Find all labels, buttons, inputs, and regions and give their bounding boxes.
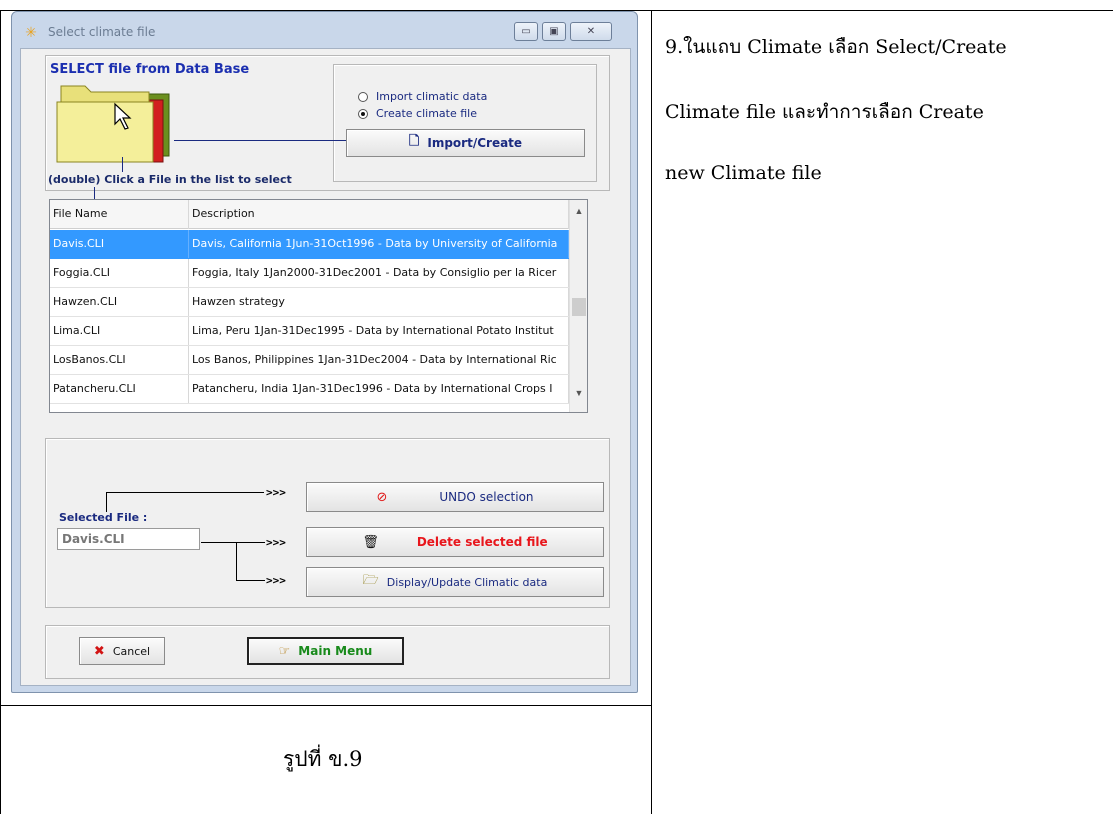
import-create-button[interactable]: 🗋 Import/Create: [346, 129, 585, 157]
list-instruction: (double) Click a File in the list to sel…: [48, 173, 292, 186]
table-row[interactable]: Hawzen.CLI Hawzen strategy: [50, 288, 569, 317]
connector-line: [94, 187, 95, 199]
description-cell: Foggia, Italy 1Jan2000-31Dec2001 - Data …: [189, 259, 569, 287]
column-header-description[interactable]: Description: [189, 200, 569, 229]
close-button[interactable]: ✕: [570, 22, 612, 41]
table-divider-vertical: [651, 10, 652, 814]
delete-file-button[interactable]: 🗑 Delete selected file: [306, 527, 604, 557]
option-label: Create climate file: [376, 107, 477, 120]
trash-icon: 🗑: [362, 534, 379, 550]
import-create-label: Import/Create: [427, 136, 523, 150]
radio-import[interactable]: [358, 91, 368, 102]
maximize-button[interactable]: ▣: [542, 22, 566, 41]
selected-file-field: Davis.CLI: [57, 528, 200, 550]
close-icon: ✕: [586, 26, 596, 37]
scroll-thumb[interactable]: [572, 298, 586, 316]
file-name-cell: Lima.CLI: [50, 317, 189, 345]
file-table[interactable]: File Name Description Davis.CLI Davis, C…: [49, 199, 588, 413]
description-cell: Patancheru, India 1Jan-31Dec1996 - Data …: [189, 375, 569, 403]
display-label: Display/Update Climatic data: [386, 575, 548, 589]
table-row[interactable]: Davis.CLI Davis, California 1Jun-31Oct19…: [50, 230, 569, 259]
cancel-button[interactable]: ✖ Cancel: [79, 637, 165, 665]
database-heading: SELECT file from Data Base: [50, 62, 250, 77]
table-row[interactable]: Lima.CLI Lima, Peru 1Jan-31Dec1995 - Dat…: [50, 317, 569, 346]
option-create-climate-file[interactable]: Create climate file: [358, 107, 477, 120]
flow-line: [106, 492, 107, 512]
new-file-icon: 🗋: [408, 134, 420, 149]
undo-selection-button[interactable]: ⊘ UNDO selection: [306, 482, 604, 512]
file-name-cell: Hawzen.CLI: [50, 288, 189, 316]
file-name-cell: Davis.CLI: [50, 230, 189, 258]
connector-line: [174, 140, 346, 141]
table-row[interactable]: Patancheru.CLI Patancheru, India 1Jan-31…: [50, 375, 569, 404]
scroll-down-icon[interactable]: ▼: [570, 388, 587, 398]
no-entry-icon: ⊘: [376, 489, 388, 505]
main-menu-label: Main Menu: [298, 644, 373, 658]
main-menu-button[interactable]: ☞ Main Menu: [247, 637, 404, 665]
file-name-cell: LosBanos.CLI: [50, 346, 189, 374]
import-create-group: [333, 64, 597, 182]
folder-icon: [56, 85, 170, 163]
title-bar[interactable]: ✳ Select climate file ▭ ▣ ✕: [12, 12, 637, 48]
option-label: Import climatic data: [376, 90, 488, 103]
app-icon: ✳: [25, 24, 37, 40]
flow-line: [236, 542, 237, 580]
pointing-hand-icon: ☞: [278, 643, 291, 659]
flow-arrow: >>>: [266, 486, 286, 499]
instruction-line: Climate file และทำการเลือก Create: [665, 101, 984, 123]
table-border-left: [0, 10, 1, 814]
file-name-cell: Patancheru.CLI: [50, 375, 189, 403]
undo-label: UNDO selection: [439, 490, 534, 504]
display-update-button[interactable]: 🗁 Display/Update Climatic data: [306, 567, 604, 597]
vertical-scrollbar[interactable]: ▲ ▼: [569, 200, 587, 412]
flow-arrow: >>>: [266, 574, 286, 587]
file-name-cell: Foggia.CLI: [50, 259, 189, 287]
flow-arrow: >>>: [266, 536, 286, 549]
figure-caption: รูปที่ ข.9: [283, 747, 363, 771]
flow-line: [201, 542, 265, 543]
minimize-icon: ▭: [521, 26, 531, 37]
table-divider-horizontal: [0, 705, 652, 706]
description-cell: Los Banos, Philippines 1Jan-31Dec2004 - …: [189, 346, 569, 374]
flow-line: [106, 492, 264, 493]
open-folder-icon: 🗁: [362, 573, 379, 588]
maximize-icon: ▣: [549, 26, 559, 37]
instruction-line: new Climate file: [665, 162, 822, 184]
minimize-button[interactable]: ▭: [514, 22, 538, 41]
radio-create[interactable]: [358, 108, 368, 119]
flow-line: [236, 580, 265, 581]
instruction-line: 9.ในแถบ Climate เลือก Select/Create: [665, 36, 1007, 58]
delete-label: Delete selected file: [416, 535, 548, 549]
table-row[interactable]: Foggia.CLI Foggia, Italy 1Jan2000-31Dec2…: [50, 259, 569, 288]
table-header: File Name Description: [50, 200, 569, 229]
description-cell: Davis, California 1Jun-31Oct1996 - Data …: [189, 230, 569, 258]
cancel-label: Cancel: [112, 644, 151, 658]
selected-file-label: Selected File :: [59, 511, 148, 524]
window-title: Select climate file: [48, 25, 156, 39]
table-row-partial[interactable]: [50, 404, 569, 412]
table-row[interactable]: LosBanos.CLI Los Banos, Philippines 1Jan…: [50, 346, 569, 375]
scroll-up-icon[interactable]: ▲: [570, 206, 587, 216]
description-cell: Hawzen strategy: [189, 288, 569, 316]
x-icon: ✖: [93, 643, 105, 659]
description-cell: Lima, Peru 1Jan-31Dec1995 - Data by Inte…: [189, 317, 569, 345]
connector-line: [122, 157, 123, 172]
column-header-file-name[interactable]: File Name: [50, 200, 189, 229]
option-import-climatic-data[interactable]: Import climatic data: [358, 90, 487, 103]
